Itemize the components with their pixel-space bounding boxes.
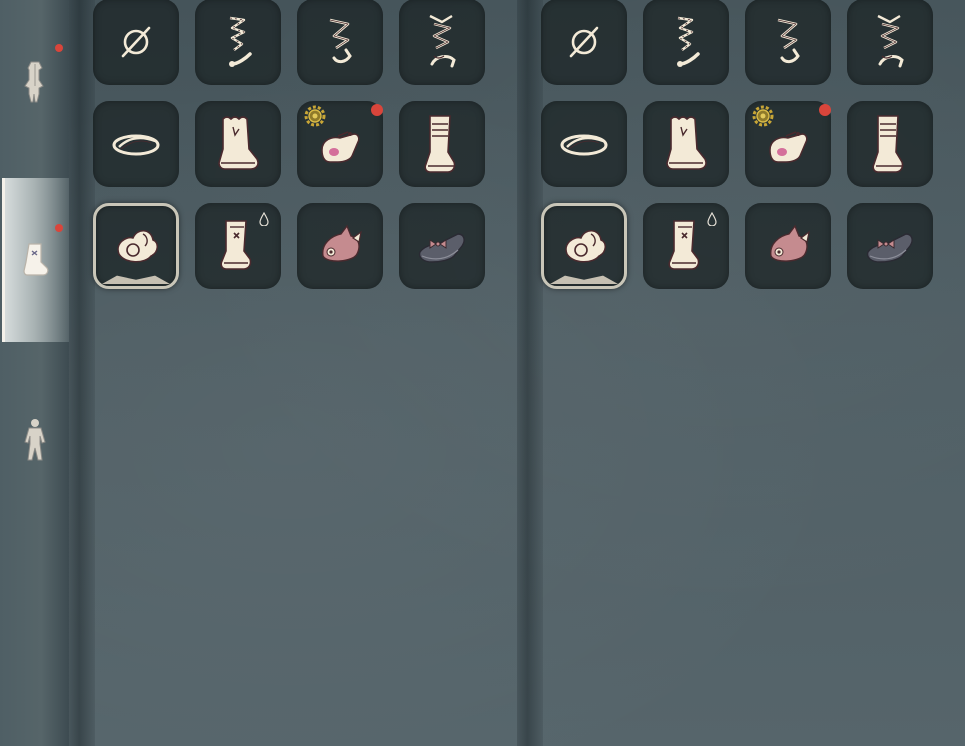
slot-flip-flop[interactable]	[541, 101, 627, 187]
slot-none[interactable]	[541, 0, 627, 85]
outfit-coat-icon	[24, 60, 46, 104]
slot-tall-boot[interactable]	[399, 101, 485, 187]
notification-dot	[55, 224, 63, 232]
animal-slipper-icon	[770, 224, 810, 262]
notification-dot	[819, 104, 831, 116]
none-icon	[121, 26, 151, 58]
slot-mary-jane[interactable]	[297, 101, 383, 187]
bow-loafer-icon	[866, 233, 913, 263]
notification-dot	[371, 104, 383, 116]
strappy-heel-icon	[429, 14, 456, 68]
slot-animal-slipper[interactable]	[745, 203, 831, 289]
buckle-boot-icon	[220, 220, 252, 270]
shoe-grid-right	[541, 0, 961, 746]
ruffle-boot-icon	[666, 116, 707, 170]
bow-loafer-icon	[418, 233, 465, 263]
ribbon-sandal-icon	[329, 18, 352, 64]
slot-buckle-boot[interactable]	[643, 203, 729, 289]
slot-tall-boot[interactable]	[847, 101, 933, 187]
slot-bow-loafer[interactable]	[847, 203, 933, 289]
slot-strappy-heel[interactable]	[399, 0, 485, 85]
tall-boot-icon	[424, 115, 456, 173]
tab-shoes[interactable]	[2, 178, 69, 342]
boots-icon	[23, 241, 51, 279]
lace-wrap-sandal-icon	[677, 16, 700, 67]
slot-none[interactable]	[93, 0, 179, 85]
fluffy-slipper-icon	[565, 230, 606, 263]
bodysuit-icon	[22, 418, 48, 462]
gear-icon	[304, 105, 326, 127]
shoe-grid-left	[93, 0, 513, 746]
slot-flip-flop[interactable]	[93, 101, 179, 187]
gear-icon	[752, 105, 774, 127]
slot-bow-loafer[interactable]	[399, 203, 485, 289]
none-icon	[569, 26, 599, 58]
slot-animal-slipper[interactable]	[297, 203, 383, 289]
slot-buckle-boot[interactable]	[195, 203, 281, 289]
drop-icon	[707, 212, 717, 226]
panel-shadow	[69, 0, 95, 746]
buckle-boot-icon	[668, 220, 700, 270]
slot-strappy-heel[interactable]	[847, 0, 933, 85]
category-sidebar	[0, 0, 69, 746]
animal-slipper-icon	[322, 224, 362, 262]
panel-shadow	[517, 0, 543, 746]
notification-dot	[55, 44, 63, 52]
tab-outfits[interactable]	[3, 0, 67, 164]
slot-ribbon-sandal[interactable]	[745, 0, 831, 85]
slot-ruffle-boot[interactable]	[643, 101, 729, 187]
ruffle-boot-icon	[218, 116, 259, 170]
tall-boot-icon	[872, 115, 904, 173]
tab-bodysuits[interactable]	[3, 358, 67, 522]
slot-ruffle-boot[interactable]	[195, 101, 281, 187]
slot-mary-jane[interactable]	[745, 101, 831, 187]
flip-flop-icon	[560, 134, 608, 156]
flip-flop-icon	[112, 134, 160, 156]
ribbon-sandal-icon	[777, 18, 800, 64]
fluffy-slipper-icon	[117, 230, 158, 263]
slot-fluffy-slipper[interactable]	[541, 203, 627, 289]
selected-indicator	[550, 275, 618, 284]
lace-wrap-sandal-icon	[229, 16, 252, 67]
slot-fluffy-slipper[interactable]	[93, 203, 179, 289]
selected-indicator	[102, 275, 170, 284]
strappy-heel-icon	[877, 14, 904, 68]
wardrobe-screen	[0, 0, 965, 746]
slot-ribbon-sandal[interactable]	[297, 0, 383, 85]
slot-lace-wrap-sandal[interactable]	[643, 0, 729, 85]
drop-icon	[259, 212, 269, 226]
slot-lace-wrap-sandal[interactable]	[195, 0, 281, 85]
